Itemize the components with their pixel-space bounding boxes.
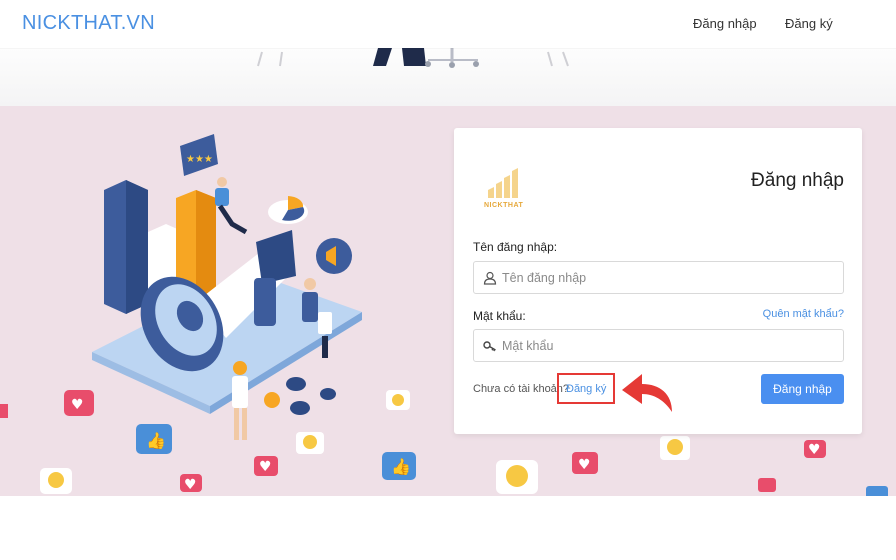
login-submit-button[interactable]: Đăng nhập bbox=[761, 374, 844, 404]
svg-text:♥: ♥ bbox=[808, 442, 821, 458]
svg-text:👍: 👍 bbox=[391, 457, 411, 476]
username-label: Tên đăng nhập: bbox=[473, 240, 558, 254]
username-field[interactable] bbox=[473, 261, 844, 294]
nav-register-link[interactable]: Đăng ký bbox=[785, 16, 833, 31]
no-account-text: Chưa có tài khoản? bbox=[473, 383, 570, 395]
top-navbar: NICKTHAT.VN Đăng nhập Đăng ký bbox=[0, 0, 896, 48]
banner-strip bbox=[0, 48, 896, 106]
user-icon bbox=[483, 271, 497, 285]
svg-text:👍: 👍 bbox=[146, 431, 166, 450]
svg-text:♥: ♥ bbox=[184, 477, 197, 493]
office-chair-illustration bbox=[257, 48, 569, 68]
logo-wordmark: NICKTHAT bbox=[484, 202, 524, 209]
svg-text:♥: ♥ bbox=[71, 397, 84, 413]
username-input[interactable] bbox=[502, 262, 832, 293]
key-icon bbox=[483, 341, 496, 352]
forgot-password-link[interactable]: Quên mật khẩu? bbox=[763, 308, 844, 320]
password-input[interactable] bbox=[502, 330, 832, 361]
brand-logo-link[interactable]: NICKTHAT.VN bbox=[22, 12, 155, 35]
page: NICKTHAT.VN Đăng nhập Đăng ký ★★★ ♥ ♥ ♥ … bbox=[0, 0, 896, 560]
svg-text:★★★: ★★★ bbox=[186, 154, 213, 165]
page-bottom bbox=[0, 496, 896, 560]
red-curved-arrow-icon bbox=[622, 374, 672, 412]
login-title: Đăng nhập bbox=[751, 170, 844, 191]
register-link[interactable]: Đăng ký bbox=[566, 383, 606, 395]
password-label: Mật khẩu: bbox=[473, 309, 526, 323]
svg-text:♥: ♥ bbox=[578, 457, 591, 473]
password-field[interactable] bbox=[473, 329, 844, 362]
nav-login-link[interactable]: Đăng nhập bbox=[693, 16, 757, 31]
svg-text:♥: ♥ bbox=[259, 459, 272, 475]
